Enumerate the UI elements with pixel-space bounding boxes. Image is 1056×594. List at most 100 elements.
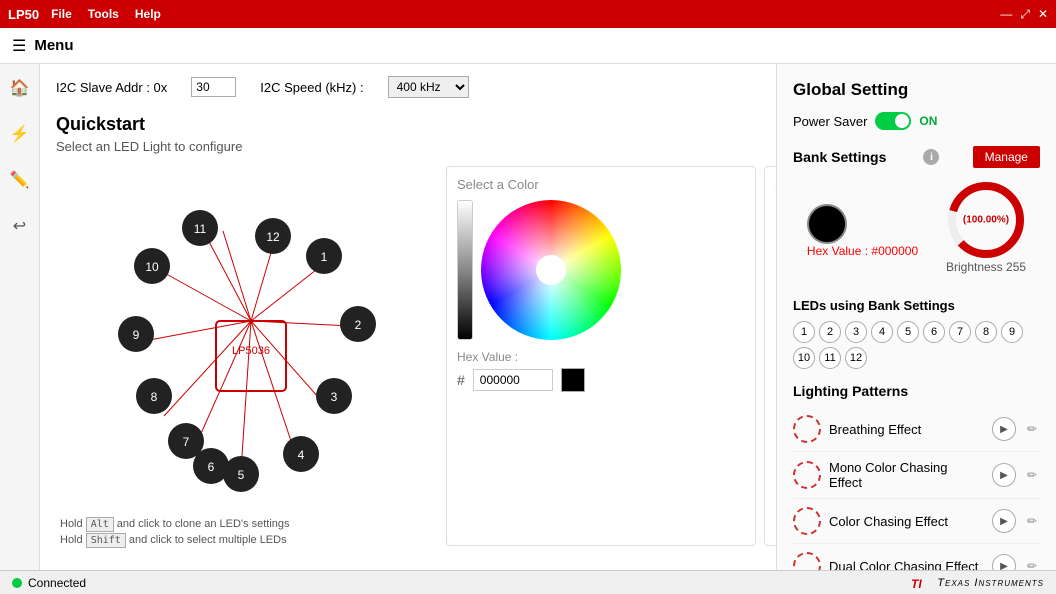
menu-file[interactable]: File [51, 7, 72, 21]
pattern-name-mono-chasing: Mono Color Chasing Effect [829, 460, 984, 490]
pattern-item-breathing: Breathing Effect ▶ ✏ [793, 407, 1040, 452]
sidebar-home[interactable]: 🏠 [6, 74, 34, 102]
menu-help[interactable]: Help [135, 7, 161, 21]
brightness-gauge-text: (100.00%) [963, 215, 1009, 226]
status-text: Connected [28, 576, 86, 590]
lighting-patterns-title: Lighting Patterns [793, 383, 1040, 399]
company-name: Texas Instruments [937, 577, 1044, 589]
i2c-speed-select[interactable]: 400 kHz 100 kHz 1000 kHz [388, 76, 469, 98]
hex-color-preview [561, 368, 585, 392]
bank-settings-row: Bank Settings i Manage [793, 146, 1040, 168]
i2c-slave-addr-label: I2C Slave Addr : 0x [56, 80, 167, 95]
pattern-play-color-chasing[interactable]: ▶ [992, 509, 1016, 533]
led-bank-3[interactable]: 3 [845, 321, 867, 343]
led-bank-4[interactable]: 4 [871, 321, 893, 343]
svg-text:TI: TI [911, 577, 922, 591]
pattern-play-mono-chasing[interactable]: ▶ [992, 463, 1016, 487]
pattern-icon-dual-chasing [793, 552, 821, 570]
hex-value-label: Hex Value : [457, 350, 518, 364]
sidebar-lightning[interactable]: ⚡ [6, 120, 34, 148]
pattern-item-mono-chasing: Mono Color Chasing Effect ▶ ✏ [793, 452, 1040, 499]
svg-text:11: 11 [194, 222, 207, 236]
quickstart-subtitle: Select an LED Light to configure [56, 139, 760, 154]
sidebar: 🏠 ⚡ ✏️ ↩ [0, 64, 40, 570]
led-bank-11[interactable]: 11 [819, 347, 841, 369]
maximize-button[interactable]: ⤢ [1020, 7, 1030, 22]
bank-settings-label: Bank Settings [793, 149, 886, 165]
ti-logo-icon: TI [911, 575, 931, 591]
pattern-edit-breathing[interactable]: ✏ [1024, 421, 1040, 437]
i2c-speed-label: I2C Speed (kHz) : [260, 80, 363, 95]
i2c-config-row: I2C Slave Addr : 0x I2C Speed (kHz) : 40… [56, 76, 760, 98]
svg-text:12: 12 [266, 230, 280, 244]
svg-text:9: 9 [133, 328, 140, 342]
company-logo: TI Texas Instruments [911, 575, 1044, 591]
pattern-item-dual-chasing: Dual Color Chasing Effect ▶ ✏ [793, 544, 1040, 570]
led-bank-12[interactable]: 12 [845, 347, 867, 369]
pattern-edit-dual-chasing[interactable]: ✏ [1024, 558, 1040, 570]
power-saver-label: Power Saver [793, 114, 867, 129]
status-bar: Connected TI Texas Instruments [0, 570, 1056, 594]
svg-text:5: 5 [238, 468, 245, 482]
right-panel: Global Setting Power Saver ON Bank Setti… [776, 64, 1056, 570]
color-picker-panel: Select a Color Hex Value : # [446, 166, 756, 546]
led-bank-7[interactable]: 7 [949, 321, 971, 343]
led-bank-10[interactable]: 10 [793, 347, 815, 369]
i2c-slave-addr-input[interactable] [191, 77, 236, 97]
hold-alt-instruction: Hold Alt and click to clone an LED's set… [60, 518, 290, 530]
led-bank-6[interactable]: 6 [923, 321, 945, 343]
led-bank-8[interactable]: 8 [975, 321, 997, 343]
pattern-icon-mono-chasing [793, 461, 821, 489]
led-numbers-row: 1 2 3 4 5 6 7 8 9 10 11 12 [793, 321, 1040, 369]
pattern-play-dual-chasing[interactable]: ▶ [992, 554, 1016, 570]
led-bank-2[interactable]: 2 [819, 321, 841, 343]
bank-hex-value: Hex Value : #000000 [807, 244, 918, 258]
title-bar: LP50 File Tools Help — ⤢ ✕ [0, 0, 1056, 28]
pattern-item-color-chasing: Color Chasing Effect ▶ ✏ [793, 499, 1040, 544]
svg-text:6: 6 [208, 460, 215, 474]
power-saver-row: Power Saver ON [793, 112, 1040, 130]
sidebar-pencil[interactable]: ✏️ [6, 166, 34, 194]
menu-tools[interactable]: Tools [88, 7, 119, 21]
svg-text:1: 1 [321, 250, 328, 264]
sidebar-undo[interactable]: ↩ [6, 212, 34, 240]
led-diagram: LP5036 [56, 166, 446, 546]
close-button[interactable]: ✕ [1038, 7, 1048, 22]
svg-text:3: 3 [331, 390, 338, 404]
brightness-slider[interactable] [457, 200, 473, 340]
leds-using-title: LEDs using Bank Settings [793, 298, 1040, 313]
quickstart-title: Quickstart [56, 114, 760, 135]
brightness-value-label: Brightness 255 [946, 260, 1026, 274]
pattern-edit-color-chasing[interactable]: ✏ [1024, 513, 1040, 529]
led-bank-9[interactable]: 9 [1001, 321, 1023, 343]
manage-button[interactable]: Manage [973, 146, 1040, 168]
hold-shift-instruction: Hold Shift and click to select multiple … [60, 534, 290, 546]
pattern-name-color-chasing: Color Chasing Effect [829, 514, 984, 529]
hex-symbol: # [457, 372, 465, 388]
bank-visual: Hex Value : #000000 (100.00%) Brightness… [793, 180, 1040, 286]
svg-text:8: 8 [151, 390, 158, 404]
led-bank-5[interactable]: 5 [897, 321, 919, 343]
brightness-gauge: (100.00%) [946, 180, 1026, 260]
menu-title: Menu [34, 37, 73, 54]
minimize-button[interactable]: — [1000, 7, 1012, 22]
pattern-list: Breathing Effect ▶ ✏ Mono Color Chasing … [793, 407, 1040, 570]
bank-settings-info-icon[interactable]: i [923, 149, 939, 165]
hamburger-icon[interactable]: ☰ [12, 36, 26, 56]
pattern-icon-color-chasing [793, 507, 821, 535]
pattern-edit-mono-chasing[interactable]: ✏ [1024, 467, 1040, 483]
brightness-dial[interactable]: 0 [775, 200, 776, 330]
svg-text:4: 4 [298, 448, 305, 462]
svg-text:7: 7 [183, 435, 190, 449]
color-picker-title: Select a Color [457, 177, 745, 192]
power-saver-toggle[interactable] [875, 112, 911, 130]
pattern-name-breathing: Breathing Effect [829, 422, 984, 437]
pattern-icon-breathing [793, 415, 821, 443]
pattern-name-dual-chasing: Dual Color Chasing Effect [829, 559, 984, 571]
global-setting-title: Global Setting [793, 80, 1040, 100]
hex-color-input[interactable] [473, 369, 553, 391]
pattern-play-breathing[interactable]: ▶ [992, 417, 1016, 441]
led-bank-1[interactable]: 1 [793, 321, 815, 343]
app-name: LP50 [8, 7, 39, 22]
bank-color-circle [807, 204, 847, 244]
